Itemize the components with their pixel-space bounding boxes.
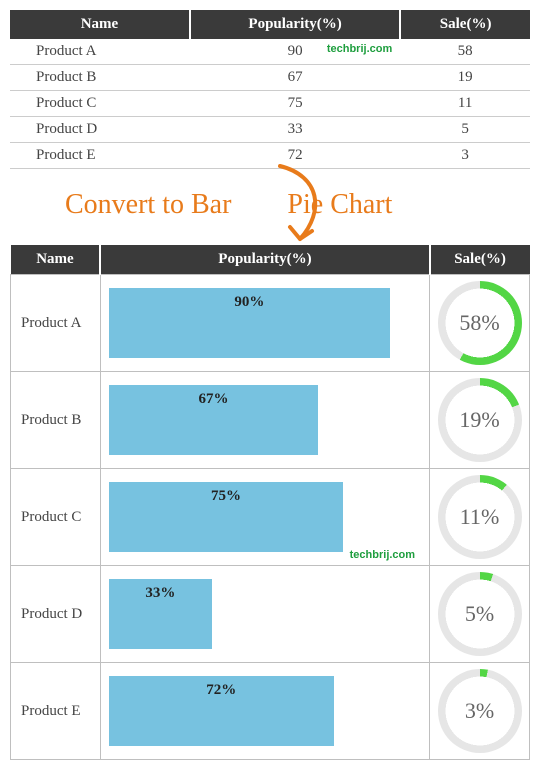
table-row: Product D 33 5 [11, 566, 530, 663]
col-sale: Sale(%) [430, 245, 530, 275]
cell-name: Product E [11, 663, 101, 760]
popularity-bar: 72 [109, 676, 334, 746]
table-row: Product A 90 58 [11, 275, 530, 372]
table-row: Product B 67 19 [10, 65, 530, 91]
chart-table: Name Popularity(%) Sale(%) Product A 90 58… [10, 245, 530, 760]
popularity-bar-cell: 72 [100, 663, 429, 760]
popularity-bar-cell: 75 techbrij.com [100, 469, 429, 566]
popularity-bar-cell: 90 [100, 275, 429, 372]
cell-sale: 5 [400, 117, 530, 143]
sale-donut-label: 11 [460, 504, 500, 530]
sale-donut-cell: 19 [430, 372, 530, 469]
table-row: Product D 33 5 [10, 117, 530, 143]
popularity-bar-label: 72 [206, 682, 236, 699]
annotation-left: Convert to Bar [65, 189, 231, 220]
popularity-bar-cell: 33 [100, 566, 429, 663]
annotation: Convert to Bar Pie Chart [10, 175, 530, 245]
cell-name: Product D [10, 117, 190, 143]
cell-popularity: 90 techbrij.com [190, 39, 400, 65]
sale-donut: 11 [438, 475, 522, 559]
popularity-bar: 90 [109, 288, 390, 358]
sale-donut-label: 58 [459, 310, 499, 336]
popularity-bar-label: 75 [211, 488, 241, 505]
sale-donut: 19 [438, 378, 522, 462]
popularity-bar: 75 [109, 482, 343, 552]
cell-sale: 11 [400, 91, 530, 117]
cell-name: Product A [11, 275, 101, 372]
cell-name: Product B [10, 65, 190, 91]
table-row: Product A 90 techbrij.com 58 [10, 39, 530, 65]
col-popularity: Popularity(%) [100, 245, 429, 275]
popularity-bar-cell: 67 [100, 372, 429, 469]
popularity-bar: 67 [109, 385, 318, 455]
cell-name: Product A [10, 39, 190, 65]
sale-donut-cell: 11 [430, 469, 530, 566]
table-row: Product E 72 3 [11, 663, 530, 760]
cell-sale: 19 [400, 65, 530, 91]
cell-name: Product D [11, 566, 101, 663]
sale-donut-cell: 5 [430, 566, 530, 663]
sale-donut-cell: 58 [430, 275, 530, 372]
sale-donut-label: 3 [465, 698, 494, 724]
sale-donut-label: 19 [459, 407, 499, 433]
sale-donut: 58 [438, 281, 522, 365]
watermark: techbrij.com [350, 549, 415, 561]
table-row: Product C 75 techbrij.com 11 [11, 469, 530, 566]
cell-name: Product B [11, 372, 101, 469]
popularity-bar-label: 90 [234, 294, 264, 311]
cell-sale: 58 [400, 39, 530, 65]
popularity-bar-label: 67 [198, 391, 228, 408]
cell-name: Product C [11, 469, 101, 566]
cell-name: Product C [10, 91, 190, 117]
cell-popularity: 67 [190, 65, 400, 91]
annotation-right: Pie Chart [287, 189, 392, 220]
sale-donut: 3 [438, 669, 522, 753]
cell-name: Product E [10, 143, 190, 169]
col-sale: Sale(%) [400, 10, 530, 39]
col-name: Name [11, 245, 101, 275]
cell-sale: 3 [400, 143, 530, 169]
cell-popularity: 33 [190, 117, 400, 143]
sale-donut: 5 [438, 572, 522, 656]
popularity-bar: 33 [109, 579, 212, 649]
cell-popularity: 75 [190, 91, 400, 117]
sale-donut-cell: 3 [430, 663, 530, 760]
col-name: Name [10, 10, 190, 39]
popularity-bar-label: 33 [145, 585, 175, 602]
table-row: Product B 67 19 [11, 372, 530, 469]
watermark: techbrij.com [327, 43, 392, 55]
sale-donut-label: 5 [465, 601, 494, 627]
table-row: Product C 75 11 [10, 91, 530, 117]
raw-data-table: Name Popularity(%) Sale(%) Product A 90 … [10, 10, 530, 169]
col-popularity: Popularity(%) [190, 10, 400, 39]
